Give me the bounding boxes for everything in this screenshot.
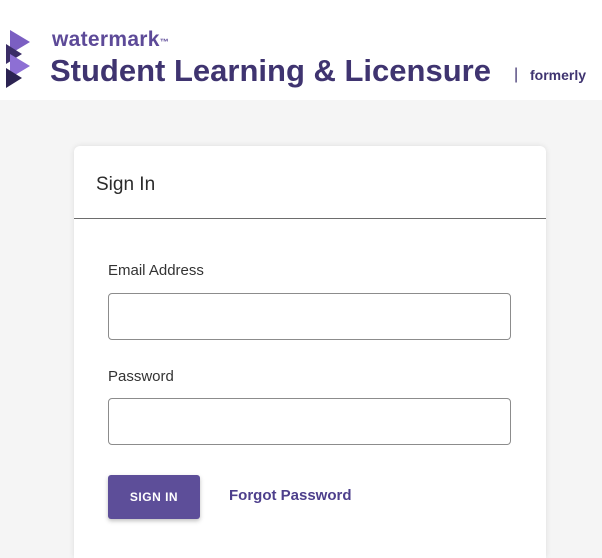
trademark-symbol: ™ bbox=[159, 37, 170, 47]
card-divider bbox=[74, 218, 546, 219]
product-name: Student Learning & Licensure bbox=[50, 53, 491, 88]
password-label: Password bbox=[108, 368, 174, 385]
top-brand-bar: watermark™ Student Learning & Licensure … bbox=[0, 0, 602, 100]
brand-name: watermark™ bbox=[52, 28, 169, 52]
signin-card: Sign In Email Address Password SIGN IN F… bbox=[74, 146, 546, 558]
watermark-logo-icon bbox=[6, 30, 30, 88]
formerly-label: formerly bbox=[530, 67, 587, 83]
signin-title: Sign In bbox=[96, 174, 156, 195]
password-input[interactable] bbox=[108, 398, 511, 445]
email-label: Email Address bbox=[108, 262, 204, 279]
forgot-password-link[interactable]: Forgot Password bbox=[229, 487, 352, 504]
signin-button[interactable]: SIGN IN bbox=[108, 475, 200, 519]
email-input[interactable] bbox=[108, 293, 511, 340]
brand-name-text: watermark bbox=[52, 28, 160, 51]
brand-separator: | bbox=[514, 66, 519, 83]
